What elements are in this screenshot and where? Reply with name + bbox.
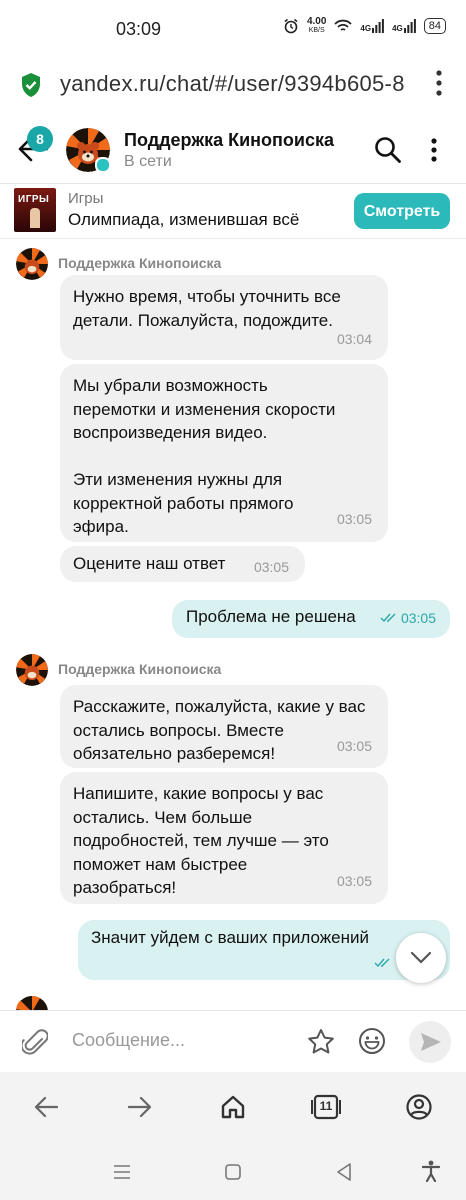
unread-count-badge: 8 xyxy=(27,126,53,152)
accessibility-icon[interactable] xyxy=(422,1160,440,1182)
net-speed-value: 4.00 xyxy=(306,16,327,27)
watch-button[interactable]: Смотреть xyxy=(354,193,450,229)
browser-back-icon[interactable] xyxy=(34,1096,58,1118)
message-text: Расскажите, пожалуйста, какие у вас оста… xyxy=(73,697,366,763)
battery-indicator: 84 xyxy=(423,18,446,34)
sender-avatar[interactable] xyxy=(16,248,48,280)
message-time: 03:05 xyxy=(336,737,372,754)
signal-bars-icon xyxy=(372,19,384,33)
wifi-icon xyxy=(334,19,353,31)
sender-name: Поддержка Кинопоиска xyxy=(58,255,222,271)
browser-url-bar[interactable]: yandex.ru/chat/#/user/9394b605-8 xyxy=(0,58,466,118)
system-back-icon[interactable] xyxy=(336,1163,352,1181)
promo-thumbnail: ИГРЫ xyxy=(14,188,56,232)
signal-1: 4G xyxy=(360,19,384,33)
send-icon xyxy=(421,1033,441,1051)
chat-title[interactable]: Поддержка Кинопоиска xyxy=(124,130,334,151)
signal-bars-icon xyxy=(403,19,416,33)
promo-title: Олимпиада, изменившая всё xyxy=(68,210,300,229)
status-bar: 03:09 4.00 KB/S 4G 4G 84 xyxy=(0,0,466,58)
chat-header: 8 Поддержка Кинопоиска В сети xyxy=(0,118,466,184)
browser-toolbar: 11 xyxy=(0,1072,466,1144)
net-speed-unit: KB/S xyxy=(308,27,325,34)
star-icon[interactable] xyxy=(307,1028,335,1056)
net-speed: 4.00 KB/S xyxy=(307,17,326,35)
message-time: 03:05 xyxy=(253,559,289,575)
chat-menu-icon[interactable] xyxy=(431,138,437,162)
message-text: Мы убрали возможность перемотки и измене… xyxy=(73,376,336,536)
double-check-icon xyxy=(380,613,396,623)
attach-icon[interactable] xyxy=(22,1027,48,1057)
system-nav-bar xyxy=(0,1144,466,1200)
rate-answer-bubble[interactable]: Оцените наш ответ 03:05 xyxy=(60,546,305,582)
promo-thumb-label: ИГРЫ xyxy=(18,194,50,205)
emoji-icon[interactable] xyxy=(358,1027,386,1055)
sender-avatar[interactable] xyxy=(16,654,48,686)
chat-presence: В сети xyxy=(124,153,172,170)
promo-thumb-figure xyxy=(30,208,40,228)
message-bubble[interactable]: Мы убрали возможность перемотки и измене… xyxy=(60,364,388,542)
outgoing-message-bubble[interactable]: Значит уйдем с ваших приложений xyxy=(78,920,450,980)
browser-forward-icon[interactable] xyxy=(128,1096,152,1118)
sender-name: Поддержка Кинопоиска xyxy=(58,661,222,677)
kinopoisk-logo-icon xyxy=(16,248,48,280)
sender-avatar[interactable] xyxy=(16,996,48,1010)
signal-2: 4G xyxy=(392,19,416,33)
url-text[interactable]: yandex.ru/chat/#/user/9394b605-8 xyxy=(60,71,410,97)
message-input[interactable]: Сообщение... xyxy=(72,1030,185,1051)
promo-category: Игры xyxy=(68,190,104,207)
home-icon[interactable] xyxy=(220,1094,246,1120)
secure-shield-icon xyxy=(22,73,40,97)
recent-apps-icon[interactable] xyxy=(113,1164,131,1180)
status-time: 03:09 xyxy=(116,19,162,39)
scroll-to-bottom-button[interactable] xyxy=(396,933,446,983)
system-home-icon[interactable] xyxy=(225,1164,241,1180)
message-composer: Сообщение... xyxy=(0,1010,466,1073)
message-text: Напишите, какие вопросы у вас остались. … xyxy=(73,784,329,897)
net-type-1: 4G xyxy=(360,24,372,33)
kinopoisk-logo-icon xyxy=(16,996,48,1010)
status-icons: 4.00 KB/S 4G 4G 84 xyxy=(283,17,446,35)
message-time: 03:05 xyxy=(336,872,372,889)
promo-banner[interactable]: ИГРЫ Игры Олимпиада, изменившая всё Смот… xyxy=(0,184,466,239)
outgoing-message-bubble[interactable]: Проблема не решена 03:05 xyxy=(172,600,450,638)
alarm-icon xyxy=(284,18,298,34)
browser-menu-icon[interactable] xyxy=(436,70,442,96)
message-text: Проблема не решена xyxy=(186,607,356,626)
search-icon[interactable] xyxy=(374,136,402,164)
message-time: 03:05 xyxy=(400,610,436,626)
kinopoisk-logo-icon xyxy=(16,654,48,686)
message-text: Нужно время, чтобы уточнить все детали. … xyxy=(73,287,341,330)
double-check-icon xyxy=(374,958,390,968)
tabs-count: 11 xyxy=(319,1099,333,1113)
message-status: 03:05 xyxy=(380,610,436,626)
profile-icon[interactable] xyxy=(406,1094,432,1120)
send-button[interactable] xyxy=(409,1021,451,1063)
online-status-dot xyxy=(95,157,111,173)
message-bubble[interactable]: Напишите, какие вопросы у вас остались. … xyxy=(60,772,388,904)
net-type-2: 4G xyxy=(392,24,403,33)
message-text: Оцените наш ответ xyxy=(73,554,226,573)
message-bubble[interactable]: Расскажите, пожалуйста, какие у вас оста… xyxy=(60,685,388,768)
message-time: 03:04 xyxy=(336,330,372,347)
message-bubble[interactable]: Нужно время, чтобы уточнить все детали. … xyxy=(60,275,388,360)
chevron-down-icon xyxy=(410,951,432,964)
tabs-button[interactable]: 11 xyxy=(310,1094,342,1120)
message-time: 03:05 xyxy=(336,510,372,527)
message-text: Значит уйдем с ваших приложений xyxy=(91,928,369,947)
